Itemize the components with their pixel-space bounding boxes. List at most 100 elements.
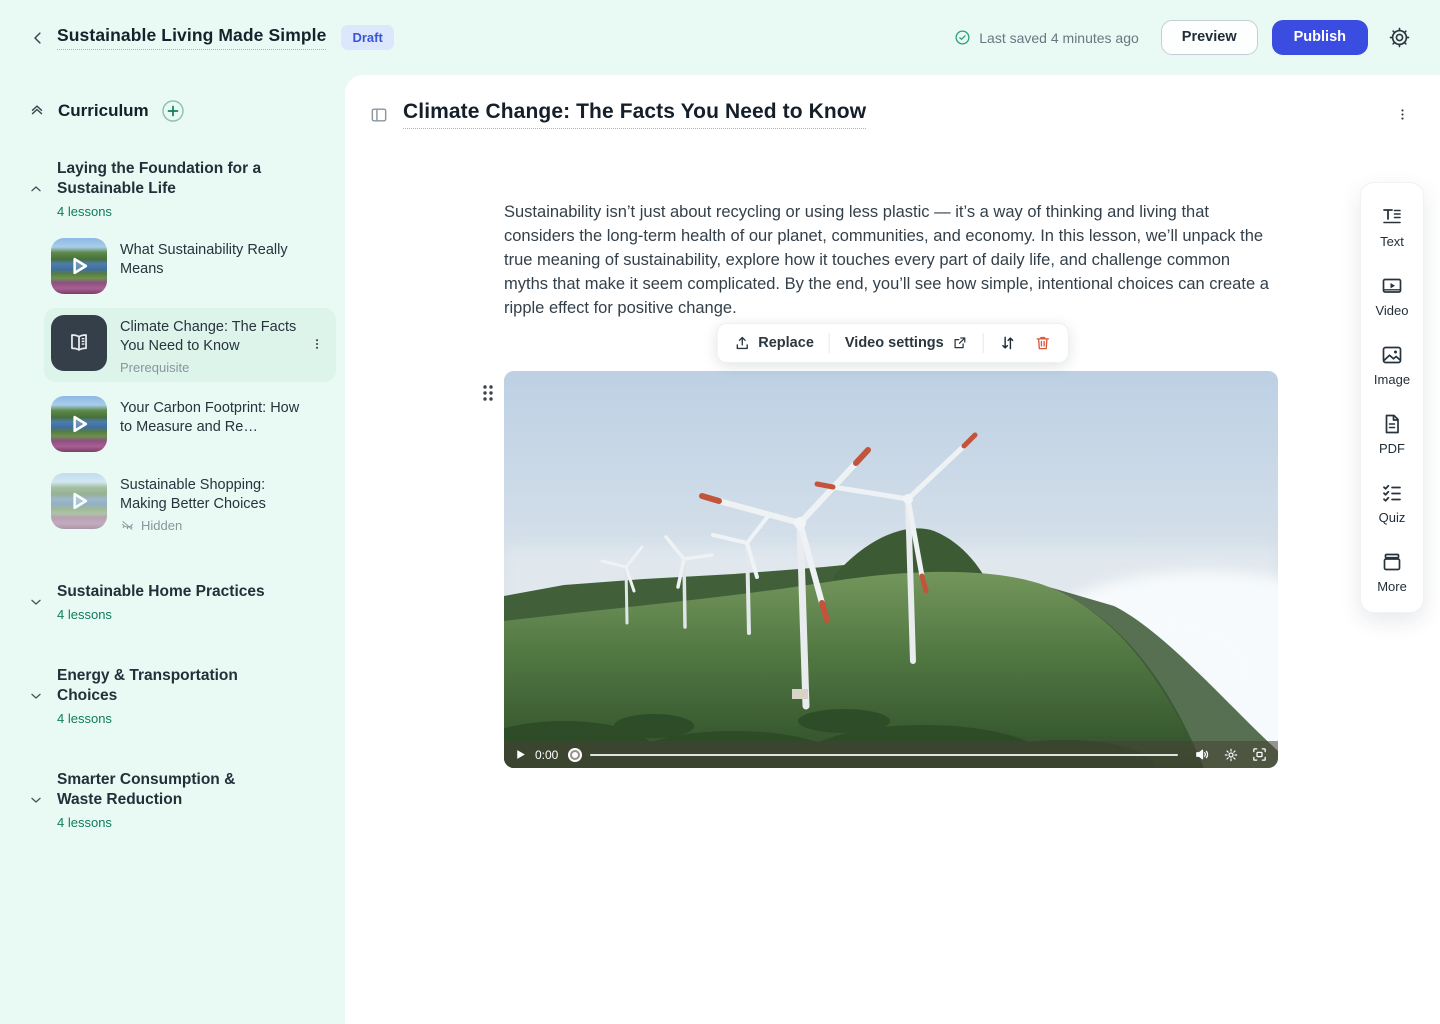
video-player[interactable]: 0:00 (504, 371, 1278, 768)
move-block-button[interactable] (997, 332, 1019, 354)
play-overlay-icon (64, 409, 94, 439)
section-header-energy-transport[interactable]: Energy & Transportation Choices 4 lesson… (0, 666, 345, 726)
lesson-video-thumbnail (51, 473, 107, 529)
fullscreen-button[interactable] (1251, 746, 1268, 763)
palette-item-more[interactable]: More (1377, 550, 1407, 594)
save-status: Last saved 4 minutes ago (954, 29, 1139, 46)
toggle-sidebar-button[interactable] (367, 103, 391, 127)
section-lesson-count: 4 lessons (57, 607, 275, 622)
lesson-menu-button[interactable] (308, 334, 326, 354)
quiz-block-icon (1380, 481, 1404, 505)
palette-item-video[interactable]: Video (1375, 274, 1408, 318)
video-scrubber-handle[interactable] (568, 748, 582, 762)
image-block-icon (1380, 343, 1404, 367)
settings-button[interactable] (1384, 22, 1415, 53)
lesson-title-input[interactable]: Climate Change: The Facts You Need to Kn… (403, 100, 866, 129)
more-block-icon (1380, 550, 1404, 574)
lesson-content: Sustainability isn’t just about recyclin… (504, 200, 1278, 320)
play-button[interactable] (514, 748, 527, 761)
section-lesson-count: 4 lessons (57, 204, 275, 219)
curriculum-header: Curriculum (0, 75, 345, 123)
collapse-all-button[interactable] (28, 102, 46, 120)
curriculum-section: Smarter Consumption & Waste Reduction 4 … (0, 770, 345, 830)
upload-icon (733, 335, 750, 352)
chevron-up-icon (28, 181, 44, 197)
status-badge: Draft (341, 25, 393, 50)
lesson-item-sustainable-shopping[interactable]: Sustainable Shopping: Making Better Choi… (44, 466, 336, 540)
replace-label: Replace (758, 335, 814, 351)
back-button[interactable] (25, 25, 51, 51)
drag-handle-icon (481, 384, 495, 402)
video-settings-gear-button[interactable] (1223, 747, 1239, 763)
gear-icon (1388, 26, 1411, 49)
open-book-icon (66, 330, 92, 356)
course-title-input[interactable]: Sustainable Living Made Simple (57, 25, 326, 50)
lesson-item-carbon-footprint[interactable]: Your Carbon Footprint: How to Measure an… (44, 389, 336, 459)
eye-off-icon (120, 518, 135, 533)
collapse-all-icon (28, 102, 46, 120)
video-block-toolbar: Replace Video settings (716, 323, 1068, 363)
palette-item-pdf[interactable]: PDF (1379, 412, 1405, 456)
play-overlay-icon (64, 251, 94, 281)
publish-button[interactable]: Publish (1272, 20, 1368, 55)
chevron-down-icon (28, 792, 44, 808)
palette-item-text[interactable]: Text (1380, 205, 1404, 249)
plus-circle-icon (161, 99, 185, 123)
lesson-options-button[interactable] (1391, 102, 1414, 127)
video-progress-track[interactable] (590, 754, 1178, 756)
section-header-smarter-consumption[interactable]: Smarter Consumption & Waste Reduction 4 … (0, 770, 345, 830)
play-overlay-icon (64, 486, 94, 516)
video-settings-button[interactable]: Video settings (843, 333, 970, 353)
section-header-foundation[interactable]: Laying the Foundation for a Sustainable … (0, 159, 345, 219)
curriculum-sidebar: Curriculum Laying the Foundation for a S… (0, 75, 345, 1024)
lesson-item-what-sustainability[interactable]: What Sustainability Really Means (44, 231, 336, 301)
chevron-down-icon (28, 688, 44, 704)
fullscreen-icon (1251, 746, 1268, 763)
section-title: Smarter Consumption & Waste Reduction (57, 770, 275, 810)
section-header-home-practices[interactable]: Sustainable Home Practices 4 lessons (0, 582, 345, 622)
delete-block-button[interactable] (1032, 332, 1054, 354)
lesson-title: Your Carbon Footprint: How to Measure an… (120, 399, 302, 437)
palette-label: More (1377, 579, 1407, 594)
palette-label: Text (1380, 234, 1404, 249)
palette-label: PDF (1379, 441, 1405, 456)
top-header: Sustainable Living Made Simple Draft Las… (0, 0, 1440, 75)
palette-label: Image (1374, 372, 1410, 387)
lesson-title: Climate Change: The Facts You Need to Kn… (120, 318, 302, 356)
video-current-time: 0:00 (535, 748, 558, 762)
palette-item-quiz[interactable]: Quiz (1379, 481, 1406, 525)
check-circle-icon (954, 29, 971, 46)
volume-icon (1194, 746, 1211, 763)
lesson-hidden-label: Hidden (141, 518, 182, 533)
lesson-item-climate-change[interactable]: Climate Change: The Facts You Need to Kn… (44, 308, 336, 382)
toolbar-divider (829, 333, 830, 353)
settings-icon (1223, 747, 1239, 763)
curriculum-section: Laying the Foundation for a Sustainable … (0, 159, 345, 540)
volume-button[interactable] (1194, 746, 1211, 763)
lesson-paragraph[interactable]: Sustainability isn’t just about recyclin… (504, 200, 1278, 320)
curriculum-section: Energy & Transportation Choices 4 lesson… (0, 666, 345, 726)
lesson-header: Climate Change: The Facts You Need to Kn… (345, 75, 1440, 129)
video-settings-label: Video settings (845, 335, 944, 351)
kebab-icon (1395, 106, 1410, 123)
external-link-icon (952, 335, 968, 351)
panel-toggle-icon (369, 105, 389, 125)
lesson-reading-tile (51, 315, 107, 371)
curriculum-title: Curriculum (58, 101, 149, 121)
add-section-button[interactable] (161, 99, 185, 123)
pdf-block-icon (1380, 412, 1404, 436)
section-title: Energy & Transportation Choices (57, 666, 275, 706)
replace-video-button[interactable]: Replace (731, 333, 816, 354)
lesson-list: What Sustainability Really Means Climat (44, 231, 336, 540)
preview-button[interactable]: Preview (1161, 20, 1258, 55)
play-icon (514, 748, 527, 761)
palette-label: Video (1375, 303, 1408, 318)
palette-label: Quiz (1379, 510, 1406, 525)
block-drag-handle[interactable] (477, 380, 499, 406)
video-frame-windfarm (504, 371, 1278, 768)
section-title: Sustainable Home Practices (57, 582, 275, 602)
lesson-title: Sustainable Shopping: Making Better Choi… (120, 476, 302, 514)
palette-item-image[interactable]: Image (1374, 343, 1410, 387)
chevron-down-icon (28, 594, 44, 610)
text-block-icon (1380, 205, 1404, 229)
